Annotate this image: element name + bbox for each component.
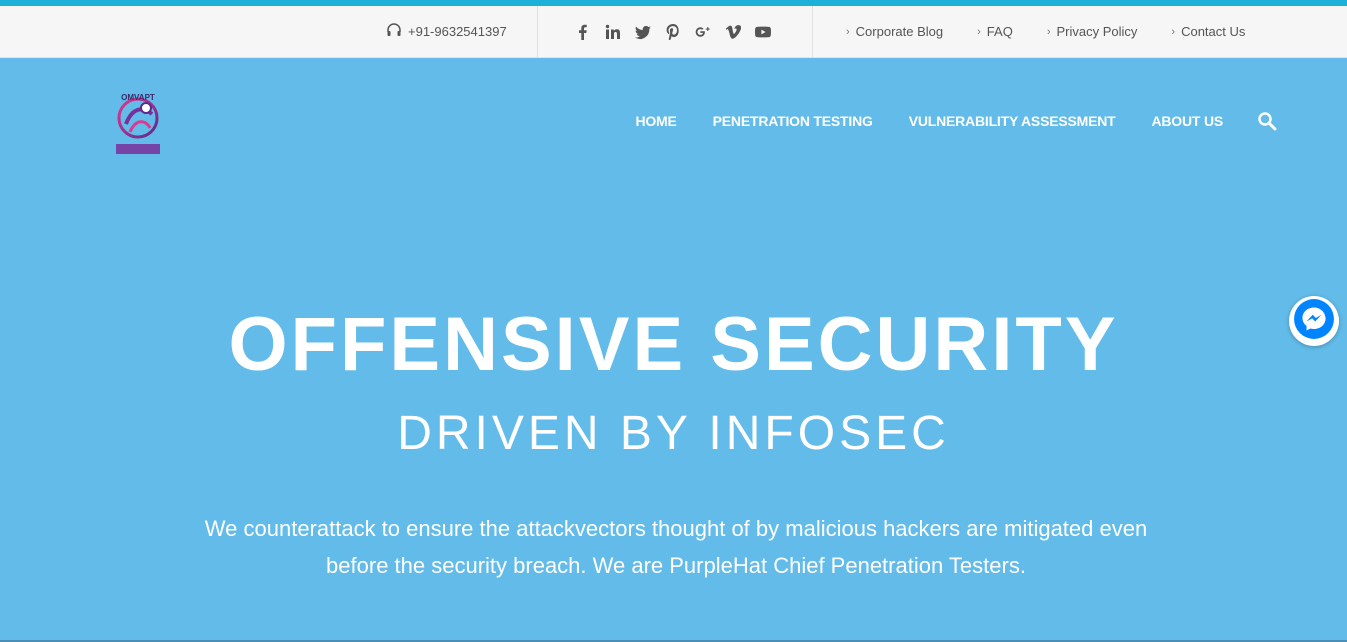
phone-number: +91-9632541397 — [408, 24, 507, 39]
facebook-icon[interactable] — [574, 23, 592, 41]
logo-text: OMVAPT — [121, 93, 155, 102]
messenger-chat-button[interactable] — [1289, 296, 1339, 346]
divider — [537, 6, 538, 57]
vimeo-icon[interactable] — [724, 23, 742, 41]
search-icon[interactable] — [1257, 111, 1277, 131]
divider — [812, 6, 813, 57]
nav-penetration-testing[interactable]: PENETRATION TESTING — [713, 113, 873, 129]
headset-icon — [386, 22, 402, 41]
nav-home[interactable]: HOME — [635, 113, 676, 129]
pinterest-icon[interactable] — [664, 23, 682, 41]
hero-description: We counterattack to ensure the attackvec… — [204, 516, 1148, 578]
social-links — [574, 6, 772, 57]
youtube-icon[interactable] — [754, 23, 772, 41]
chevron-right-icon: › — [846, 25, 850, 38]
chevron-right-icon: › — [1171, 25, 1176, 38]
chevron-right-icon: › — [977, 25, 981, 38]
main-nav: HOME PENETRATION TESTING VULNERABILITY A… — [599, 110, 1277, 132]
link-faq[interactable]: › FAQ — [977, 24, 1013, 39]
link-corporate-blog[interactable]: › Corporate Blog — [846, 24, 943, 39]
phone-contact[interactable]: +91-9632541397 — [386, 6, 507, 57]
chevron-right-icon: › — [1046, 25, 1051, 38]
hero-subtitle: DRIVEN BY INFOSEC — [397, 407, 950, 460]
googleplus-icon[interactable] — [694, 23, 712, 41]
linkedin-icon[interactable] — [604, 23, 622, 41]
link-contact-us[interactable]: › Contact Us — [1171, 24, 1245, 39]
twitter-icon[interactable] — [634, 23, 652, 41]
site-logo[interactable]: OMVAPT — [112, 88, 164, 158]
top-links: › Corporate Blog › FAQ › Privacy Policy › Co… — [846, 6, 1279, 57]
top-bar: +91-9632541397 › Corporate Blog › FAQ › Pri… — [0, 6, 1347, 58]
messenger-icon — [1293, 298, 1335, 345]
link-privacy-policy[interactable]: › Privacy Policy — [1047, 24, 1138, 39]
nav-about-us[interactable]: ABOUT US — [1151, 113, 1223, 129]
hero-title: OFFENSIVE SECURITY — [228, 302, 1119, 387]
nav-vulnerability-assessment[interactable]: VULNERABILITY ASSESSMENT — [909, 113, 1116, 129]
